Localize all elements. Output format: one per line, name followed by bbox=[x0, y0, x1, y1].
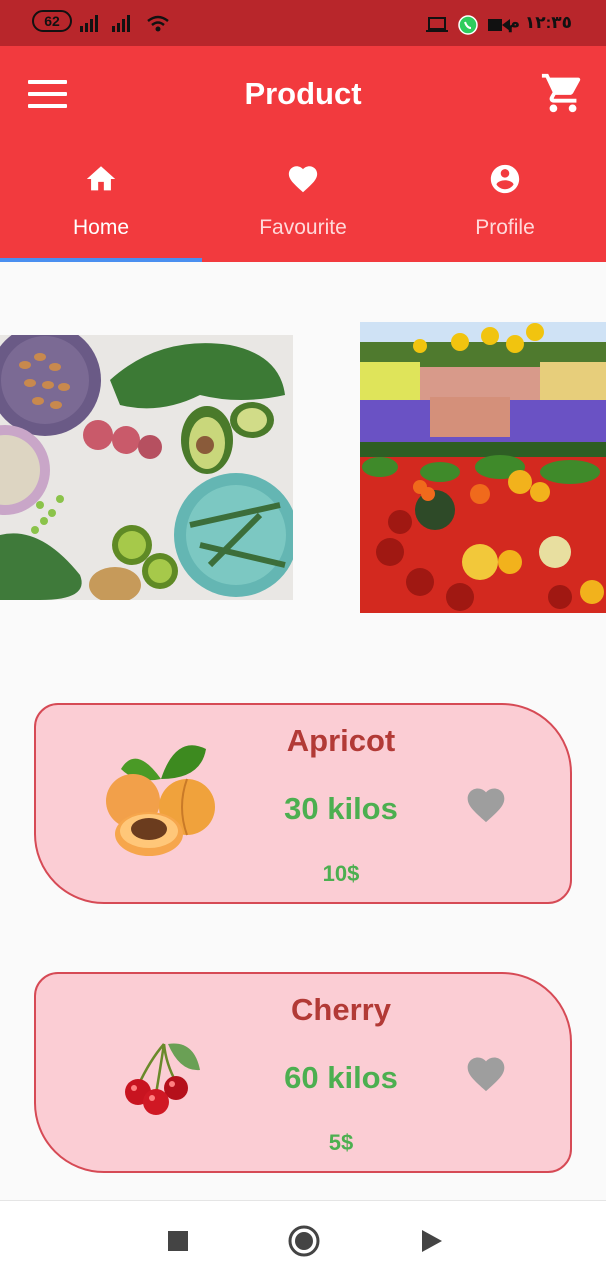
tab-profile-label: Profile bbox=[475, 216, 535, 239]
product-quantity: 60 kilos bbox=[284, 1060, 398, 1095]
tab-favourite[interactable]: Favourite bbox=[202, 156, 404, 262]
laptop-icon bbox=[426, 17, 448, 32]
system-navigation-bar bbox=[0, 1200, 606, 1280]
tab-favourite-label: Favourite bbox=[259, 216, 347, 239]
status-bar: 62 ١٢:٣٥ م bbox=[0, 0, 606, 46]
product-card-cherry[interactable]: Cherry 60 kilos 5$ bbox=[34, 972, 572, 1173]
home-circle-icon[interactable] bbox=[288, 1225, 320, 1257]
product-name: Cherry bbox=[291, 992, 391, 1027]
product-price: 10$ bbox=[322, 861, 360, 886]
wifi-icon bbox=[147, 15, 169, 32]
apricot-image bbox=[106, 745, 215, 856]
product-card-apricot[interactable]: Apricot 30 kilos 10$ bbox=[34, 703, 572, 904]
whatsapp-icon bbox=[458, 15, 478, 35]
market-vegetables-flowers-photo[interactable] bbox=[360, 322, 606, 613]
cherry-image bbox=[125, 1043, 200, 1115]
tab-home-label: Home bbox=[72, 216, 130, 239]
page-title: Product bbox=[244, 76, 362, 111]
product-name: Apricot bbox=[286, 723, 396, 758]
tab-indicator bbox=[0, 258, 202, 262]
app-bar: Product Home Favourite Profile bbox=[0, 46, 606, 262]
stop-square-icon[interactable] bbox=[168, 1231, 188, 1251]
vegetables-flatlay-photo[interactable] bbox=[0, 335, 293, 600]
home-icon bbox=[86, 166, 116, 191]
signal-icon bbox=[80, 15, 98, 32]
shopping-cart-icon[interactable] bbox=[540, 70, 586, 116]
product-price: 5$ bbox=[328, 1130, 354, 1155]
battery-indicator: 62 bbox=[32, 10, 72, 32]
tab-home[interactable]: Home bbox=[0, 156, 202, 262]
heart-icon bbox=[288, 166, 318, 193]
back-play-icon[interactable] bbox=[422, 1230, 442, 1252]
product-quantity: 30 kilos bbox=[284, 791, 398, 826]
signal-icon bbox=[112, 15, 130, 32]
favourite-heart-icon[interactable] bbox=[462, 783, 510, 827]
tab-profile[interactable]: Profile bbox=[404, 156, 606, 262]
account-circle-icon bbox=[490, 164, 520, 194]
favourite-heart-icon[interactable] bbox=[462, 1052, 510, 1096]
status-clock: ١٢:٣٥ م bbox=[507, 13, 572, 32]
